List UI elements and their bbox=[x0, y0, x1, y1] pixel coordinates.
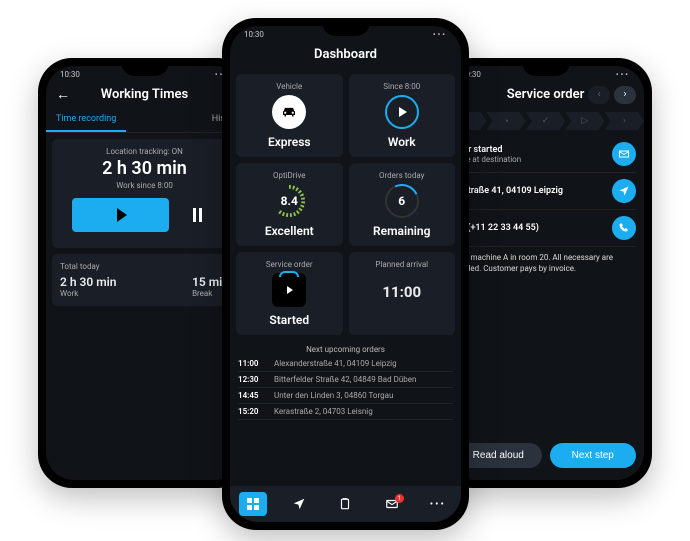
prev-button[interactable]: ‹ bbox=[588, 86, 610, 104]
play-button[interactable] bbox=[72, 198, 169, 232]
mail-action-button[interactable] bbox=[612, 142, 636, 166]
work-duration: 2 h 30 min bbox=[60, 156, 229, 181]
phone-icon bbox=[618, 222, 630, 234]
header: Dashboard bbox=[230, 41, 461, 68]
upcoming-orders-list: 11:00Alexanderstraße 41, 04109 Leipzig 1… bbox=[230, 356, 461, 420]
work-total-label: Work bbox=[60, 289, 116, 298]
arrow-icon bbox=[292, 497, 306, 511]
order-row[interactable]: 15:20Kerastraße 2, 04703 Leisnig bbox=[238, 404, 453, 420]
address-row: erstraße 41, 04109 Leipzig bbox=[455, 173, 636, 209]
status-dots-icon: ••• bbox=[616, 70, 630, 79]
header: ← Working Times bbox=[46, 81, 243, 108]
next-button[interactable]: › bbox=[614, 86, 636, 104]
arrow-icon bbox=[618, 185, 630, 197]
step-2[interactable]: ◔ bbox=[486, 112, 525, 130]
grid-icon bbox=[247, 498, 259, 510]
status-time: 10:30 bbox=[244, 30, 264, 39]
location-tracking-status: Location tracking: ON bbox=[60, 147, 229, 156]
statusbar: 10:30 ••• bbox=[46, 66, 243, 81]
play-icon bbox=[117, 208, 127, 222]
chevron-right-icon: › bbox=[623, 89, 626, 100]
tile-orders[interactable]: Orders today 6 Remaining bbox=[349, 163, 456, 246]
page-title: Working Times bbox=[101, 87, 188, 102]
service-started-icon bbox=[272, 273, 306, 307]
step-5[interactable]: › bbox=[605, 112, 644, 130]
phone-working-times: 10:30 ••• ← Working Times Time recording… bbox=[38, 58, 251, 488]
statusbar: 10:30 ••• bbox=[230, 26, 461, 41]
nav-messages-button[interactable]: 1 bbox=[378, 492, 406, 516]
work-play-icon bbox=[385, 95, 419, 129]
tabs: Time recording Histo bbox=[46, 108, 243, 133]
order-row[interactable]: 14:45Unter den Linden 3, 04860 Torgau bbox=[238, 388, 453, 404]
car-icon bbox=[272, 95, 306, 129]
pause-button[interactable] bbox=[177, 198, 217, 232]
navigate-action-button[interactable] bbox=[612, 179, 636, 203]
work-since: Work since 8:00 bbox=[60, 181, 229, 190]
upcoming-title: Next upcoming orders bbox=[230, 341, 461, 356]
status-row: rder started rrive at destination bbox=[455, 136, 636, 172]
order-row[interactable]: 11:00Alexanderstraße 41, 04109 Leipzig bbox=[238, 356, 453, 372]
page-title: Dashboard bbox=[314, 47, 377, 62]
nav-orders-button[interactable] bbox=[331, 492, 359, 516]
more-icon: ••• bbox=[430, 499, 446, 510]
nav-more-button[interactable]: ••• bbox=[424, 492, 452, 516]
bottom-nav: 1 ••• bbox=[230, 486, 461, 522]
phone-service-order: 10:30 ••• Service order ‹ › » ◔ ✓ ▷ › rd… bbox=[439, 58, 652, 488]
nav-navigation-button[interactable] bbox=[285, 492, 313, 516]
tile-vehicle[interactable]: Vehicle Express bbox=[236, 74, 343, 157]
orders-gauge-icon: 6 bbox=[385, 184, 419, 218]
tab-time-recording[interactable]: Time recording bbox=[46, 108, 126, 132]
total-today-label: Total today bbox=[60, 262, 229, 271]
phone-dashboard: 10:30 ••• Dashboard Vehicle Express Sinc… bbox=[222, 18, 469, 530]
notification-badge: 1 bbox=[395, 494, 404, 503]
page-title: Service order bbox=[507, 87, 585, 102]
chevron-left-icon: ‹ bbox=[597, 89, 600, 100]
step-4[interactable]: ▷ bbox=[565, 112, 604, 130]
tile-optidrive[interactable]: OptiDrive 8.4 Excellent bbox=[236, 163, 343, 246]
back-icon[interactable]: ← bbox=[56, 86, 70, 103]
tile-work[interactable]: Since 8:00 Work bbox=[349, 74, 456, 157]
order-note: pair machine A in room 20. All necessary… bbox=[455, 247, 636, 285]
work-total-value: 2 h 30 min bbox=[60, 275, 116, 289]
call-action-button[interactable] bbox=[612, 216, 636, 240]
clipboard-icon bbox=[338, 497, 352, 511]
tile-service-order[interactable]: Service order Started bbox=[236, 252, 343, 335]
mail-icon bbox=[618, 148, 630, 160]
next-step-button[interactable]: Next step bbox=[550, 443, 637, 468]
optidrive-gauge-icon: 8.4 bbox=[272, 184, 306, 218]
step-3[interactable]: ✓ bbox=[526, 112, 565, 130]
phone-row: nd (+11 22 33 44 55) bbox=[455, 210, 636, 246]
statusbar: 10:30 ••• bbox=[447, 66, 644, 81]
nav-dashboard-button[interactable] bbox=[239, 492, 267, 516]
progress-steps: » ◔ ✓ ▷ › bbox=[447, 108, 644, 136]
order-row[interactable]: 12:30Bitterfelder Straße 42, 04849 Bad D… bbox=[238, 372, 453, 388]
status-time: 10:30 bbox=[60, 70, 80, 79]
status-dots-icon: ••• bbox=[433, 30, 447, 39]
tile-planned-arrival[interactable]: Planned arrival 11:00 bbox=[349, 252, 456, 335]
header: Service order ‹ › bbox=[447, 81, 644, 108]
